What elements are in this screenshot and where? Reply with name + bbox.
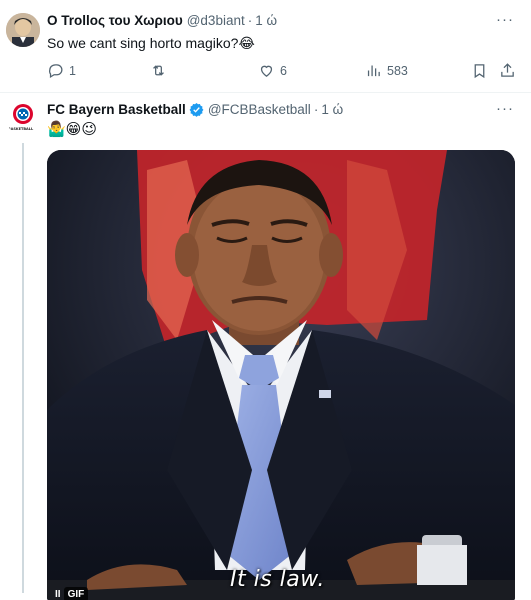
gif-caption: It is law. xyxy=(230,567,325,592)
tweet-text: 🤷‍♂️😁😉 xyxy=(47,121,97,138)
share-button[interactable] xyxy=(499,62,516,79)
separator-dot: · xyxy=(313,102,319,117)
views-count: 583 xyxy=(387,63,408,78)
reply-button[interactable]: 1 xyxy=(47,62,76,79)
tweet-text: So we cant sing horto magiko?😂 xyxy=(47,35,255,51)
bayern-tweet[interactable]: BASKETBALL FC Bayern Basketball @FCBBask… xyxy=(0,93,531,600)
share-icon xyxy=(501,63,514,77)
pause-icon[interactable]: II xyxy=(55,589,61,600)
user-avatar[interactable] xyxy=(6,13,40,47)
like-count: 6 xyxy=(280,63,287,78)
verified-badge-icon xyxy=(189,102,204,117)
more-options-icon[interactable]: ··· xyxy=(496,11,514,28)
bookmark-icon xyxy=(474,64,485,79)
separator-dot: · xyxy=(247,13,253,28)
bayern-avatar[interactable]: BASKETBALL xyxy=(6,101,40,135)
reply-count: 1 xyxy=(69,63,76,78)
like-button[interactable]: 6 xyxy=(258,62,287,79)
gif-frame-image xyxy=(47,150,515,600)
timestamp[interactable]: 1 ώ xyxy=(321,102,343,117)
display-name[interactable]: Ο Trollος του Χωριου xyxy=(47,13,183,28)
views-button[interactable]: 583 xyxy=(365,62,408,79)
repost-icon xyxy=(153,65,164,76)
gif-media[interactable]: It is law. II GIF xyxy=(47,150,515,600)
reply-tweet[interactable]: Ο Trollος του Χωριου @d3biant · 1 ώ ··· … xyxy=(0,0,531,93)
user-handle[interactable]: @FCBBasketball xyxy=(208,102,311,117)
repost-button[interactable] xyxy=(150,62,172,79)
avatar-caption: BASKETBALL xyxy=(8,127,34,131)
gif-badge: II GIF xyxy=(55,587,89,600)
more-options-icon[interactable]: ··· xyxy=(496,100,514,117)
timestamp[interactable]: 1 ώ xyxy=(255,13,277,28)
bayern-header: FC Bayern Basketball @FCBBasketball · 1 … xyxy=(47,102,343,117)
bookmark-button[interactable] xyxy=(471,62,488,79)
gif-label: GIF xyxy=(63,587,89,600)
heart-icon xyxy=(260,65,273,77)
display-name[interactable]: FC Bayern Basketball xyxy=(47,102,186,117)
views-chart-icon xyxy=(367,65,380,77)
reply-icon xyxy=(49,64,63,79)
action-bar: 1 6 583 xyxy=(47,62,518,82)
user-handle[interactable]: @d3biant xyxy=(187,13,245,28)
reply-header: Ο Trollος του Χωριου @d3biant · 1 ώ xyxy=(47,13,277,28)
thread-line xyxy=(22,143,24,593)
